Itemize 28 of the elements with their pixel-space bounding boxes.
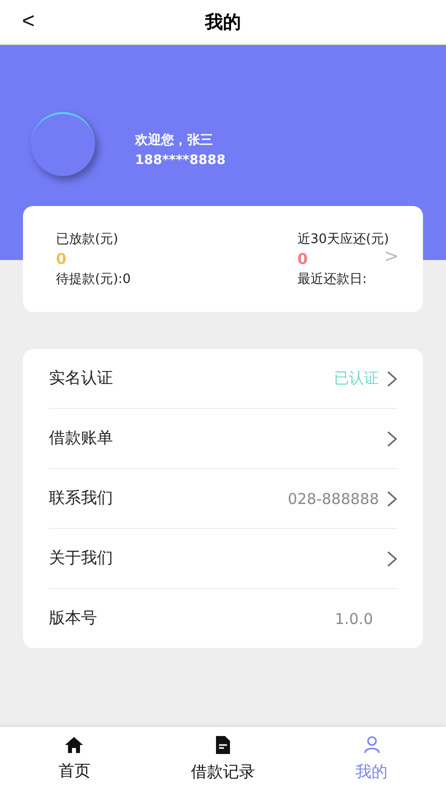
chevron-icon[interactable] (387, 490, 397, 506)
user-icon (364, 736, 380, 754)
menu-item[interactable]: 实名认证 (49, 368, 334, 389)
amount-label: 近30天应还(元) (297, 231, 389, 248)
amount-note: 待提款(元):0 (56, 271, 131, 288)
menu-value: 1.0.0 (334, 610, 373, 628)
menu-item[interactable]: 关于我们 (49, 548, 387, 569)
chevron-icon[interactable] (387, 430, 397, 446)
document-icon (216, 736, 230, 754)
menu-item[interactable]: 借款账单 (49, 428, 387, 449)
amount-note: 最近还款日: (297, 271, 368, 288)
phone-number: 188****8888 (135, 152, 226, 170)
amount-label: 已放款(元) (56, 231, 120, 248)
back-button[interactable]: < (18, 8, 39, 34)
home-icon (65, 737, 84, 753)
menu-value: 028-888888 (288, 490, 379, 508)
chevron-icon[interactable] (387, 370, 397, 386)
amount-value: 0 (297, 249, 309, 270)
tab[interactable]: 借款记录 (148, 727, 298, 792)
tab[interactable]: 首页 (0, 727, 149, 792)
menu-item[interactable]: 联系我们 (49, 488, 288, 509)
chevron-icon[interactable] (387, 550, 397, 566)
page-title: 我的 (205, 11, 241, 34)
avatar (31, 112, 95, 176)
greeting-text: 欢迎您，张三 (135, 132, 214, 150)
amount-value: 0 (56, 249, 68, 270)
menu-item[interactable]: 版本号 (49, 608, 335, 629)
menu-value: 已认证 (334, 369, 379, 388)
